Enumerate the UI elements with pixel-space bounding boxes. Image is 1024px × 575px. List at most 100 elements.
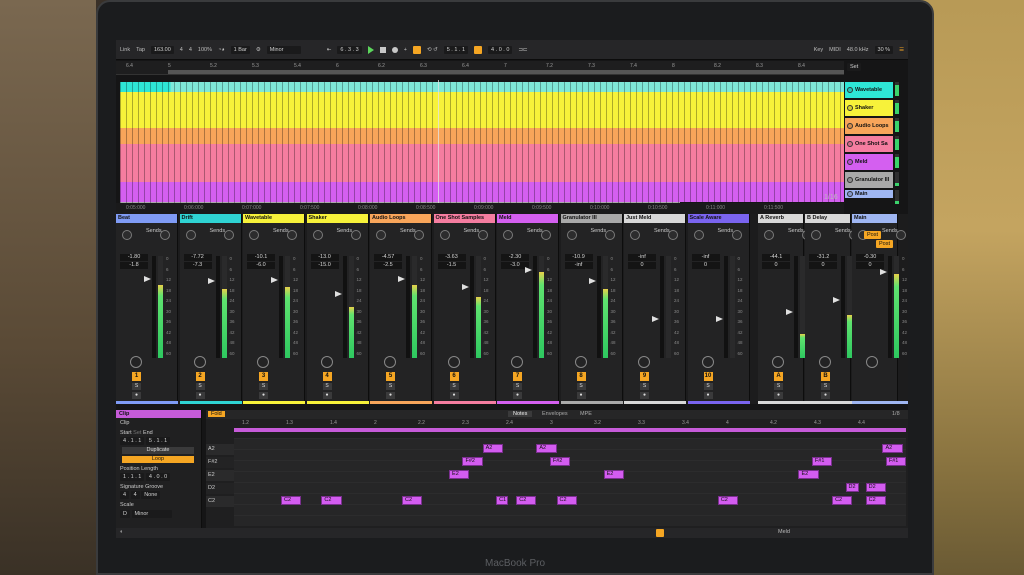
arm-button[interactable]: ● <box>703 392 713 399</box>
track-activator-button[interactable]: 3 <box>259 372 268 381</box>
piano-key[interactable]: E2 <box>206 470 234 481</box>
pan-knob[interactable] <box>511 356 523 368</box>
channel-name[interactable]: Wavetable <box>243 214 304 223</box>
channel-name[interactable]: Just Meld <box>624 214 685 223</box>
position-field[interactable]: 1 . 1 . 1 <box>120 473 145 481</box>
piano-key[interactable]: A2 <box>206 444 234 455</box>
send-a-knob[interactable] <box>312 230 323 240</box>
volume-fader-handle[interactable] <box>880 268 887 275</box>
track-activator-button[interactable]: 6 <box>449 372 459 381</box>
pan-knob[interactable] <box>257 356 269 368</box>
piano-roll-loop-bar[interactable] <box>234 428 906 432</box>
fader-track[interactable] <box>279 256 283 358</box>
fader-track[interactable] <box>215 256 220 358</box>
follow-icon[interactable]: ⇤ <box>327 47 332 53</box>
pan-knob[interactable] <box>638 356 650 368</box>
midi-note[interactable]: C2 <box>556 496 577 505</box>
pan-knob[interactable] <box>320 356 333 368</box>
track-activator-icon[interactable] <box>847 159 853 165</box>
volume-value[interactable]: -inf <box>691 254 720 261</box>
arm-button[interactable]: ● <box>774 392 783 399</box>
volume-value[interactable]: -1.80 <box>120 254 148 261</box>
play-button[interactable] <box>367 45 374 54</box>
channel-name[interactable]: Granulator III <box>560 214 622 223</box>
track-activator-icon[interactable] <box>847 87 853 93</box>
track-activator-icon[interactable] <box>847 105 853 111</box>
track-activator-button[interactable]: A <box>774 372 783 381</box>
volume-fader-handle[interactable] <box>786 309 793 316</box>
volume-value[interactable]: -10.1 <box>247 254 275 261</box>
link-button[interactable]: Link <box>120 47 130 53</box>
midi-note[interactable]: F#2 <box>462 457 483 466</box>
midi-note[interactable]: F#2 <box>549 457 570 466</box>
send-a-knob[interactable] <box>693 230 704 240</box>
overdub-icon[interactable]: + <box>404 47 407 53</box>
volume-value[interactable]: -10.9 <box>564 254 593 261</box>
fader-track[interactable] <box>596 256 601 358</box>
channel-name[interactable]: Scale Aware <box>687 214 749 223</box>
arm-button[interactable]: ● <box>195 392 205 399</box>
volume-value[interactable]: -13.0 <box>310 254 339 261</box>
midi-note[interactable]: E2 <box>798 470 819 479</box>
send-a-knob[interactable] <box>764 230 774 240</box>
send-a-knob[interactable] <box>566 230 577 240</box>
track-activator-button[interactable]: 10 <box>703 372 713 381</box>
pan-knob[interactable] <box>130 356 142 368</box>
midi-note[interactable]: A2 <box>482 444 503 453</box>
midi-map-button[interactable]: MIDI <box>829 47 841 53</box>
pan-knob[interactable] <box>701 356 714 368</box>
track-header[interactable]: Granulator III <box>845 172 893 188</box>
scale-type-select[interactable]: Minor <box>131 510 172 518</box>
solo-button[interactable]: S <box>821 383 830 390</box>
automation-arm-button[interactable] <box>412 45 421 54</box>
loop-start-field[interactable]: 5 . 1 . 1 <box>443 45 469 54</box>
volume-value[interactable]: -3.63 <box>437 254 466 261</box>
arrangement-clip[interactable] <box>120 144 844 182</box>
punch-icon[interactable]: ⊐⊏ <box>518 47 527 53</box>
track-activator-icon[interactable] <box>847 141 853 147</box>
send-a-knob[interactable] <box>249 230 259 240</box>
channel-name[interactable]: Audio Loops <box>370 214 431 223</box>
tempo-field[interactable]: 163.00 <box>150 45 174 54</box>
scale-root-select[interactable]: D <box>120 510 130 518</box>
midi-note[interactable]: D2 <box>865 483 886 492</box>
post-button[interactable]: Post <box>864 231 882 239</box>
channel-name[interactable]: Drift <box>179 214 241 223</box>
track-activator-button[interactable]: 9 <box>640 372 649 381</box>
arm-button[interactable]: ● <box>449 392 459 399</box>
midi-note[interactable]: C1 <box>496 496 509 505</box>
midi-note[interactable]: D2 <box>845 483 859 492</box>
note-grid[interactable]: A2 A2 A2 F#2 F#2 F#1 F#1 E2 E2 E2 D2 D2 C2 C2 C2 C1 C2 C2… <box>234 438 906 526</box>
track-activator-button[interactable]: 5 <box>386 372 395 381</box>
volume-fader-handle[interactable] <box>207 278 215 285</box>
duplicate-button[interactable]: Duplicate <box>122 447 194 454</box>
volume-value[interactable]: -0.30 <box>856 254 884 261</box>
send-a-knob[interactable] <box>630 230 640 240</box>
fader-track[interactable] <box>660 256 664 358</box>
arm-button[interactable]: ● <box>386 392 395 399</box>
send-a-knob[interactable] <box>376 230 386 240</box>
midi-note[interactable]: C2 <box>717 496 738 505</box>
fader-track[interactable] <box>342 256 347 358</box>
tab-envelopes[interactable]: Envelopes <box>542 411 568 417</box>
fader-track[interactable] <box>152 256 156 358</box>
tap-button[interactable]: Tap <box>136 47 145 53</box>
midi-note[interactable]: E2 <box>449 470 470 479</box>
piano-key[interactable]: D2 <box>206 483 234 494</box>
solo-button[interactable]: S <box>132 383 141 390</box>
volume-fader-handle[interactable] <box>652 315 659 322</box>
arm-button[interactable]: ● <box>259 392 268 399</box>
capture-icon[interactable]: ⟲ ↺ <box>427 47 438 53</box>
solo-button[interactable]: S <box>703 383 713 390</box>
piano-key[interactable]: C2 <box>206 496 234 507</box>
track-activator-button[interactable]: 7 <box>513 372 522 381</box>
arm-button[interactable]: ● <box>640 392 649 399</box>
pan-knob[interactable] <box>866 356 878 368</box>
track-activator-icon[interactable] <box>847 177 853 183</box>
fader-track[interactable] <box>469 256 474 358</box>
track-header[interactable]: One Shot Sa <box>845 136 893 152</box>
loop-length-field[interactable]: 4 . 0 . 0 <box>488 45 513 54</box>
channel-name[interactable]: Meld <box>497 214 558 223</box>
arrangement-position[interactable]: 6 . 3 . 3 <box>337 45 362 54</box>
scale-mode-icon[interactable]: ⚙ <box>256 47 261 53</box>
